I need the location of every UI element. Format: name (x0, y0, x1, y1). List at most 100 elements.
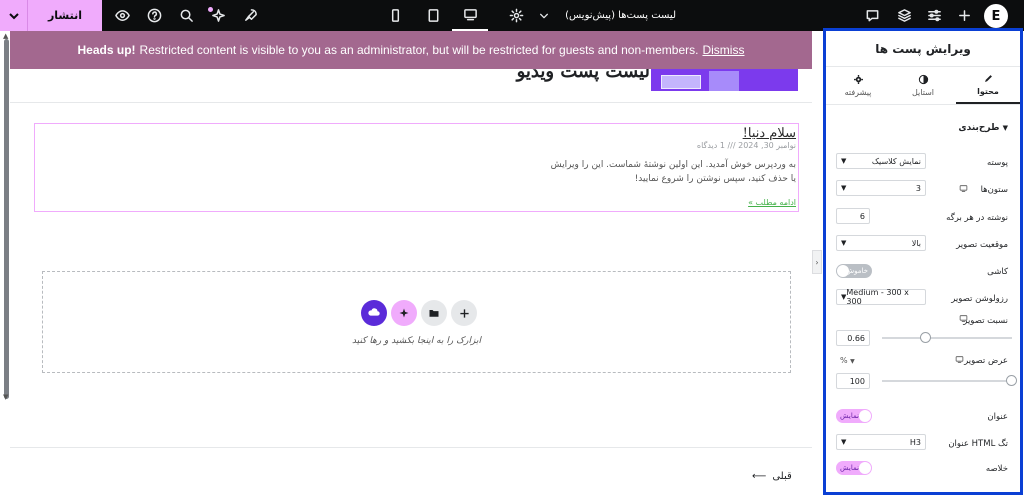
post-meta: نوامبر 30, 2024 /// 1 دیدگاه (696, 141, 796, 150)
page-settings-button[interactable] (504, 0, 528, 31)
read-more-link[interactable]: ادامه مطلب » (748, 198, 796, 207)
title-toggle[interactable]: نمایش (836, 409, 872, 423)
document-title[interactable]: لیست پست‌ها (پیش‌نویس) (556, 0, 676, 31)
gear-icon (509, 8, 523, 23)
unit-select[interactable]: ▼ % (840, 356, 855, 365)
device-tablet-button[interactable] (418, 0, 448, 31)
posts-per-page-label: نوشته در هر برگه (946, 213, 1008, 223)
title-html-tag-select[interactable]: H3 ▼ (836, 434, 926, 450)
desktop-icon[interactable] (959, 314, 968, 325)
add-element-button[interactable] (952, 0, 976, 31)
panel-title: ویرایش پست ها (826, 31, 1020, 67)
previous-link-label: قبلی (772, 471, 792, 482)
columns-select[interactable]: 3 ▼ (836, 180, 926, 196)
panel-collapse-handle[interactable]: › (812, 250, 822, 274)
tab-content[interactable]: محتوا (956, 67, 1020, 104)
title-toggle-text: نمایش (840, 412, 860, 420)
image-ratio-input[interactable]: 0.66 (836, 330, 870, 346)
post-excerpt-line: به وردپرس خوش آمدید. این اولین نوشتهٔ شم… (550, 160, 796, 170)
tablet-icon (428, 9, 438, 22)
image-width-slider-handle[interactable] (1006, 375, 1017, 386)
caret-down-icon: ▼ (841, 184, 847, 192)
search-button[interactable] (174, 0, 198, 31)
banner-dismiss-link[interactable]: Dismiss (702, 43, 744, 57)
elementor-logo-button[interactable]: E (984, 4, 1008, 28)
ai-assistant-button[interactable] (206, 0, 230, 31)
columns-label: ستون‌ها (980, 185, 1008, 195)
excerpt-toggle[interactable]: نمایش (836, 461, 872, 475)
image-position-value: بالا (911, 238, 921, 248)
tab-label: پیشرفته (844, 88, 872, 97)
masonry-label: کاشی (987, 267, 1008, 277)
image-width-input[interactable]: 100 (836, 373, 870, 389)
rocket-icon (244, 9, 257, 21)
site-settings-button[interactable] (922, 0, 946, 31)
tab-style[interactable]: استایل (891, 67, 955, 104)
posts-per-page-input[interactable]: 6 (836, 208, 870, 224)
image-position-label: موقعیت تصویر (956, 240, 1008, 250)
mobile-icon (391, 9, 399, 22)
columns-select-value: 3 (915, 183, 921, 193)
structure-button[interactable] (892, 0, 916, 31)
image-resolution-select[interactable]: ▼ Medium - 300 x 300 (836, 288, 926, 306)
image-position-select[interactable]: بالا ▼ (836, 235, 926, 251)
elementor-editor: انتشار لیست پست‌ها (0, 0, 1024, 496)
editor-canvas: ▲ ▼ Heads up! Restricted content is visi… (0, 31, 812, 496)
publish-button[interactable]: انتشار (28, 0, 102, 31)
help-button[interactable] (142, 0, 166, 31)
canvas-scrollbar[interactable] (4, 39, 9, 399)
add-section-button[interactable] (451, 300, 477, 326)
excerpt-toggle-text: نمایش (840, 464, 860, 472)
notes-button[interactable] (860, 0, 884, 31)
image-ratio-slider-handle[interactable] (920, 332, 932, 343)
gear-icon (853, 75, 863, 84)
desktop-icon[interactable] (955, 355, 964, 366)
caret-down-icon: ▼ (841, 157, 847, 165)
image-width-slider-track[interactable] (882, 380, 1012, 382)
device-desktop-button[interactable] (452, 0, 488, 31)
comment-icon (866, 10, 878, 22)
document-menu-chevron[interactable] (534, 0, 554, 31)
search-icon (180, 9, 193, 22)
image-ratio-slider-track[interactable] (882, 337, 1012, 339)
caret-down-icon: ▼ (850, 358, 855, 365)
scroll-down-arrow[interactable]: ▼ (3, 393, 8, 401)
publish-options-button[interactable] (0, 0, 28, 31)
sparkle-icon (399, 308, 409, 318)
template-library-button[interactable] (421, 300, 447, 326)
tab-advanced[interactable]: پیشرفته (826, 67, 890, 104)
masonry-toggle[interactable]: خاموش (836, 264, 872, 278)
toggle-knob (837, 265, 849, 277)
posts-widget[interactable]: سلام دنیا! نوامبر 30, 2024 /// 1 دیدگاه … (34, 123, 799, 212)
arrow-left-icon: ⟵ (752, 471, 767, 482)
banner-text: Restricted content is visible to you as … (139, 43, 699, 57)
skin-select[interactable]: نمایش کلاسیک ▼ (836, 153, 926, 169)
desktop-icon (463, 9, 477, 21)
widget-settings-panel: ویرایش پست ها محتوا استایل پیشرفته ▼ طرح… (823, 28, 1023, 495)
plus-icon (958, 10, 970, 21)
preview-button[interactable] (110, 0, 134, 31)
tab-label: استایل (911, 88, 935, 97)
desktop-icon[interactable] (959, 184, 968, 195)
title-html-tag-label: تگ HTML عنوان (948, 439, 1008, 449)
banner-heads-up: Heads up! (77, 43, 136, 57)
contrast-icon (918, 74, 928, 85)
image-window-shape (661, 75, 701, 89)
skin-select-value: نمایش کلاسیک (871, 156, 921, 166)
title-toggle-label: عنوان (987, 412, 1008, 422)
section-layout-header[interactable]: ▼ طرح‌بندی (958, 123, 1008, 133)
ai-site-planner-button[interactable] (361, 300, 387, 326)
previous-post-link[interactable]: ⟵ قبلی (752, 471, 792, 482)
top-bar: انتشار لیست پست‌ها (0, 0, 1024, 31)
chevron-down-icon (540, 13, 548, 18)
divider (10, 447, 812, 448)
layers-icon (897, 9, 911, 22)
unit-value: % (840, 356, 848, 365)
ai-generate-button[interactable] (391, 300, 417, 326)
widget-drop-zone[interactable]: ابزارک را به اینجا بکشید و رها کنید (42, 271, 791, 373)
post-excerpt-line: یا حذف کنید، سپس نوشتن را شروع نمایید! (634, 174, 796, 184)
device-mobile-button[interactable] (380, 0, 410, 31)
drop-zone-label: ابزارک را به اینجا بکشید و رها کنید (352, 336, 481, 346)
site-health-button[interactable] (238, 0, 262, 31)
post-title-link[interactable]: سلام دنیا! (743, 126, 796, 141)
